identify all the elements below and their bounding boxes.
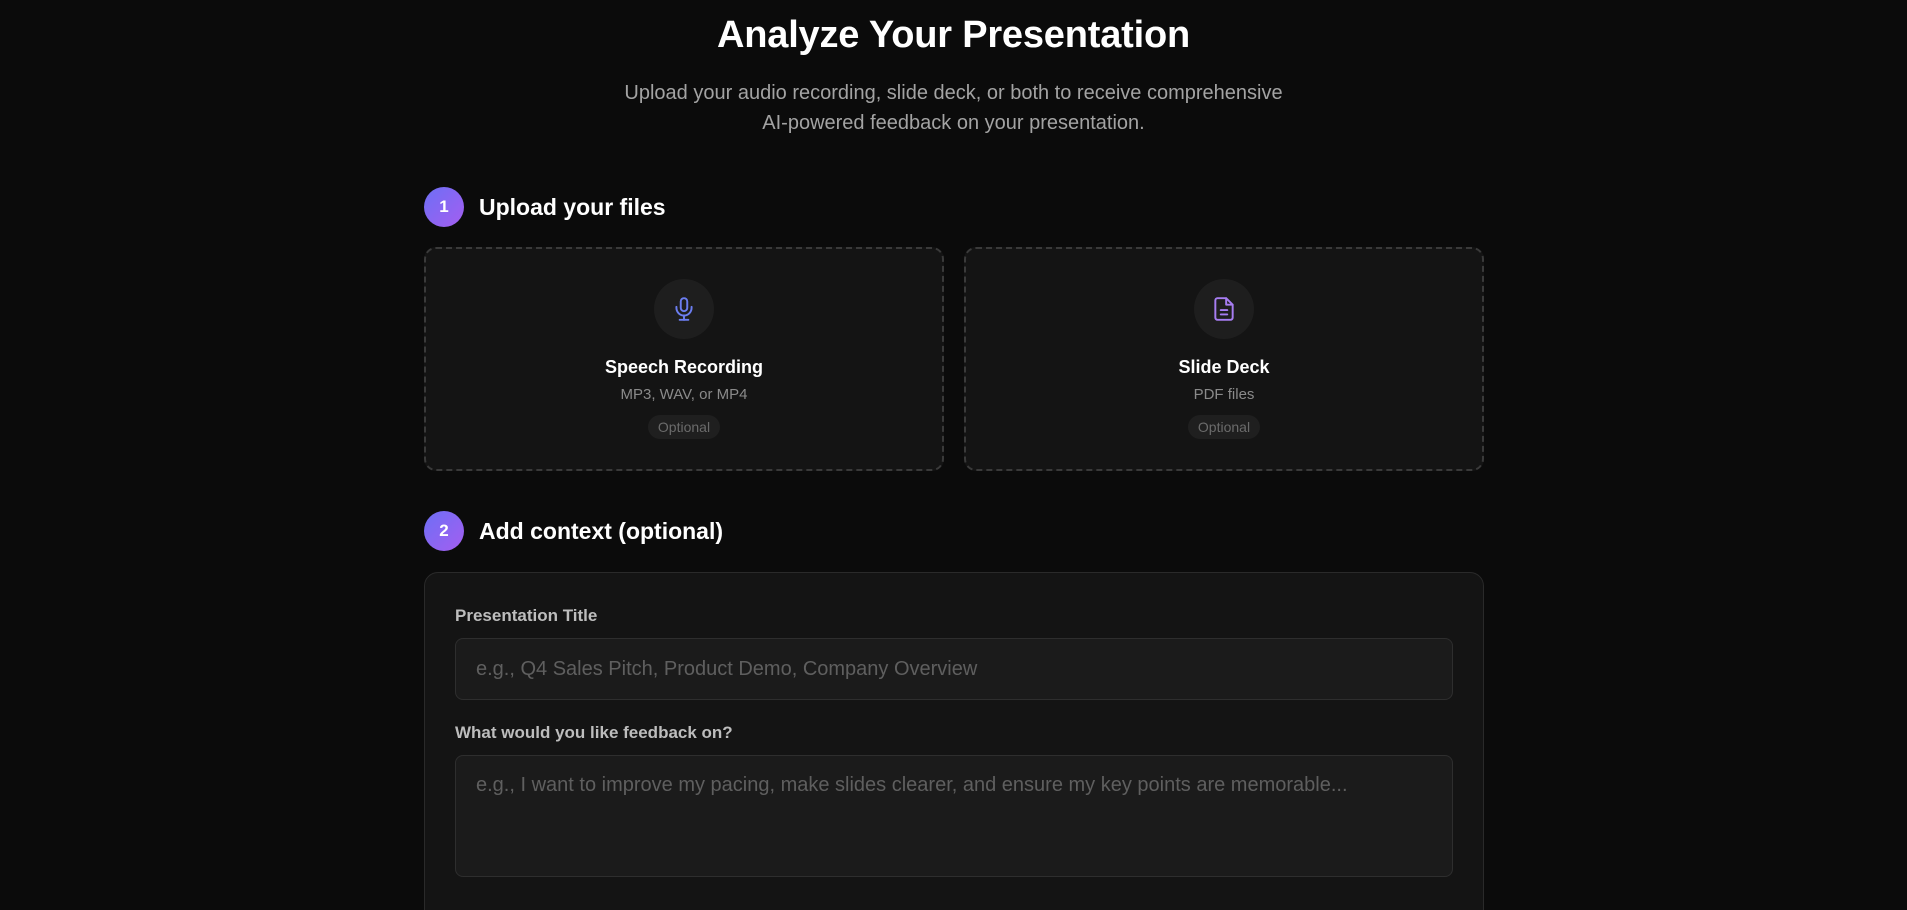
- presentation-title-input[interactable]: [455, 638, 1453, 700]
- step-2-badge: 2: [424, 511, 464, 551]
- page-title: Analyze Your Presentation: [717, 14, 1190, 56]
- presentation-title-label: Presentation Title: [455, 606, 598, 625]
- speech-recording-dropzone[interactable]: Speech Recording MP3, WAV, or MP4 Option…: [424, 247, 944, 471]
- page-subtitle-line-1: Upload your audio recording, slide deck,…: [624, 82, 1283, 104]
- context-form: Presentation Title What would you like f…: [424, 572, 1484, 910]
- slide-deck-formats: PDF files: [1193, 386, 1255, 403]
- page-subtitle-line-2: AI-powered feedback on your presentation…: [762, 112, 1145, 134]
- slide-deck-dropzone[interactable]: Slide Deck PDF files Optional: [964, 247, 1484, 471]
- page-subtitle: Upload your audio recording, slide deck,…: [0, 78, 1907, 138]
- document-icon: [1194, 279, 1254, 339]
- feedback-focus-textarea[interactable]: [455, 755, 1453, 877]
- step-1-header: 1 Upload your files: [424, 187, 666, 227]
- speech-recording-formats: MP3, WAV, or MP4: [620, 386, 748, 403]
- optional-badge: Optional: [647, 415, 721, 439]
- feedback-focus-label: What would you like feedback on?: [455, 723, 733, 742]
- step-1-title: Upload your files: [479, 193, 666, 220]
- slide-deck-title: Slide Deck: [1178, 357, 1270, 377]
- optional-badge: Optional: [1187, 415, 1261, 439]
- speech-recording-title: Speech Recording: [604, 357, 764, 377]
- microphone-icon: [654, 279, 714, 339]
- step-1-badge: 1: [424, 187, 464, 227]
- step-2-header: 2 Add context (optional): [424, 511, 723, 551]
- page: Analyze Your Presentation Upload your au…: [0, 0, 1907, 910]
- step-2-title: Add context (optional): [479, 517, 724, 544]
